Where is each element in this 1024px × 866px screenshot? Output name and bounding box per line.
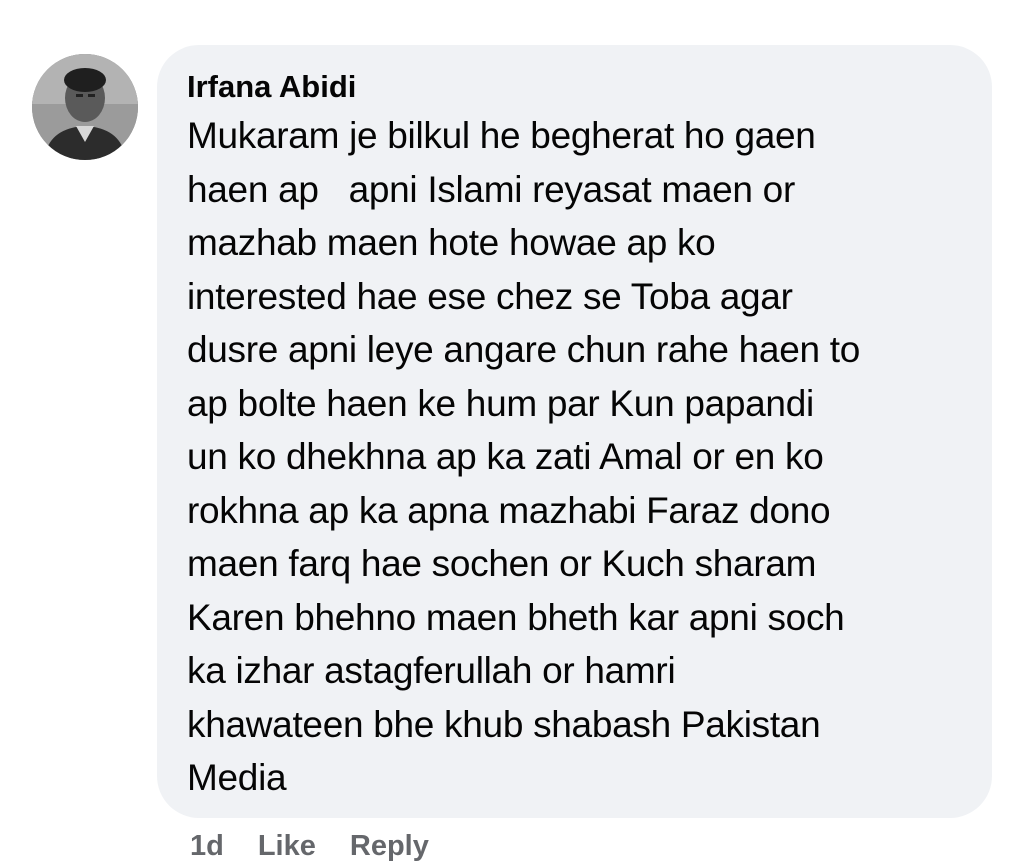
- comment-text-line: dusre apni leye angare chun rahe haen to: [187, 329, 861, 370]
- avatar[interactable]: [32, 54, 138, 160]
- comment-author-name[interactable]: Irfana Abidi: [187, 67, 962, 107]
- reply-button[interactable]: Reply: [350, 826, 429, 866]
- comment-text-line: khawateen bhe khub shabash Pakistan: [187, 703, 821, 745]
- comment-text-line: rokhna ap ka apna mazhabi Faraz dono: [187, 489, 831, 531]
- like-button[interactable]: Like: [258, 826, 316, 866]
- comment-text-line: interested hae ese chez se Toba agar: [187, 275, 793, 317]
- comment-actions: 1d Like Reply: [190, 826, 429, 866]
- comment-text-line: ap bolte haen ke hum par Kun papandi: [187, 382, 814, 424]
- comment-text-line: Media: [187, 757, 287, 798]
- comment-text-line: Karen bhehno maen bheth kar apni soch: [187, 596, 845, 638]
- comment-text-line: maen farq hae sochen or Kuch sharam: [187, 543, 817, 584]
- comment-text-line: Mukaram je bilkul he begherat ho gaen: [187, 115, 816, 156]
- comment-bubble: Irfana Abidi Mukaram je bilkul he begher…: [157, 45, 992, 818]
- comment-text: Mukaram je bilkul he begherat ho gaen ha…: [187, 109, 962, 805]
- comment-text-line: ka izhar astagferullah or hamri: [187, 650, 676, 691]
- profile-photo: [32, 54, 138, 160]
- comment-text-line: mazhab maen hote howae ap ko: [187, 222, 716, 263]
- comment-timestamp[interactable]: 1d: [190, 826, 224, 866]
- comment-text-line: haen ap apni Islami reyasat maen or: [187, 168, 795, 210]
- comment-text-line: un ko dhekhna ap ka zati Amal or en ko: [187, 436, 824, 477]
